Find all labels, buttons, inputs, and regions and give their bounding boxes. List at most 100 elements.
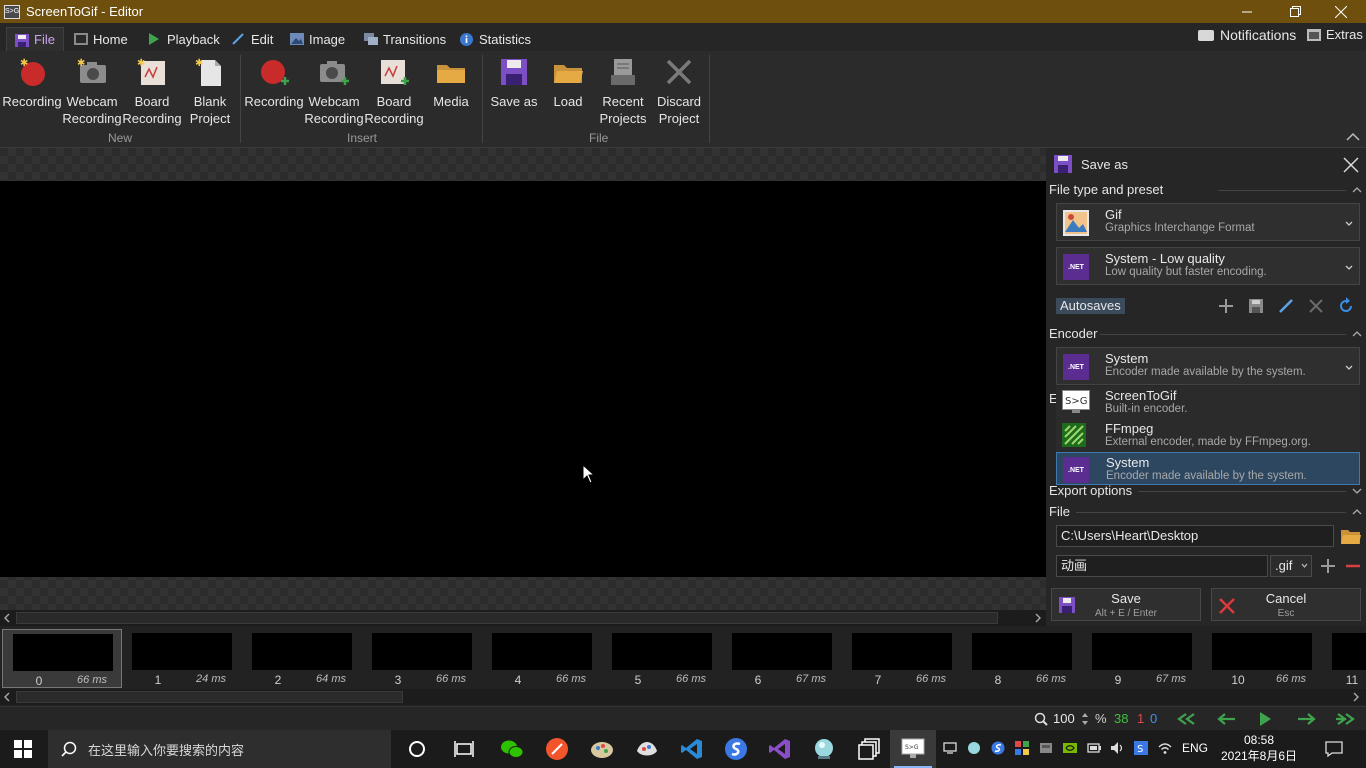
wechat-icon[interactable]	[500, 737, 524, 761]
chevron-down-icon[interactable]	[1352, 486, 1362, 496]
browse-folder-icon[interactable]	[1340, 527, 1362, 545]
chevron-up-icon[interactable]	[1352, 507, 1362, 517]
tray-nvidia-icon[interactable]	[1063, 741, 1077, 755]
canvas-horizontal-scrollbar[interactable]	[0, 610, 1046, 626]
zoom-stepper-icon[interactable]	[1081, 712, 1089, 726]
minimize-button[interactable]	[1224, 0, 1270, 23]
tab-image[interactable]: Image	[282, 27, 353, 51]
app-orange-icon[interactable]	[545, 737, 569, 761]
delete-preset-icon[interactable]	[1307, 297, 1325, 315]
preset-select[interactable]: .NET System - Low quality Low quality bu…	[1056, 247, 1360, 285]
timeline-scrollbar[interactable]	[0, 689, 1366, 705]
recent-projects-button[interactable]: Recent Projects	[596, 57, 650, 127]
frame-thumbnail[interactable]: 6 67 ms	[722, 629, 842, 688]
new-recording-button[interactable]: ✱ Recording	[2, 57, 61, 110]
tray-sphere-icon[interactable]	[967, 741, 981, 755]
extension-select[interactable]: .gif	[1270, 555, 1312, 577]
new-webcam-recording-button[interactable]: ✱ Webcam Recording	[62, 57, 121, 127]
frame-canvas[interactable]	[0, 148, 1046, 610]
tray-wifi-icon[interactable]	[1158, 741, 1172, 755]
app-sphere-icon[interactable]	[812, 737, 836, 761]
vscode-icon[interactable]	[680, 737, 704, 761]
notifications-button[interactable]: Notifications	[1198, 27, 1296, 43]
add-icon[interactable]	[1320, 558, 1336, 574]
sogou-icon[interactable]	[724, 737, 748, 761]
tab-statistics[interactable]: Statistics	[452, 27, 539, 51]
autosaves-badge[interactable]: Autosaves	[1056, 298, 1125, 314]
scrollbar-thumb[interactable]	[16, 612, 998, 624]
first-frame-icon[interactable]	[1174, 712, 1198, 726]
tray-battery-icon[interactable]	[1087, 741, 1101, 755]
chevron-up-icon[interactable]	[1352, 329, 1362, 339]
tab-file[interactable]: File	[6, 27, 64, 51]
edit-preset-icon[interactable]	[1277, 297, 1295, 315]
save-as-button[interactable]: Save as	[489, 57, 539, 110]
paint-icon[interactable]	[590, 737, 614, 761]
chevron-up-icon[interactable]	[1352, 185, 1362, 195]
save-button[interactable]: Save Alt + E / Enter	[1051, 588, 1201, 621]
taskbar-clock[interactable]: 08:58 2021年8月6日	[1220, 732, 1298, 764]
frame-thumbnail[interactable]: 10 66 ms	[1202, 629, 1322, 688]
chevron-right-icon[interactable]	[1352, 692, 1360, 702]
frame-thumbnail[interactable]: 2 64 ms	[242, 629, 362, 688]
next-frame-icon[interactable]	[1295, 712, 1317, 726]
extras-button[interactable]: Extras	[1307, 27, 1363, 42]
tab-edit[interactable]: Edit	[224, 27, 281, 51]
cortana-icon[interactable]	[405, 737, 429, 761]
encoder-option-system[interactable]: .NET System Encoder made available by th…	[1056, 452, 1360, 485]
insert-recording-button[interactable]: Recording	[244, 57, 304, 110]
zoom-value[interactable]: 100	[1053, 711, 1075, 726]
file-name-input[interactable]: 动画	[1056, 555, 1268, 577]
tab-transitions[interactable]: Transitions	[356, 27, 454, 51]
last-frame-icon[interactable]	[1334, 712, 1358, 726]
tray-monitor-icon[interactable]	[943, 741, 957, 755]
output-folder-input[interactable]: C:\Users\Heart\Desktop	[1056, 525, 1334, 547]
frame-thumbnail[interactable]: 1 24 ms	[122, 629, 242, 688]
chevron-left-icon[interactable]	[3, 692, 11, 702]
taskbar-search-box[interactable]: 在这里输入你要搜索的内容	[48, 730, 391, 768]
window-switch-icon[interactable]	[858, 737, 882, 761]
add-preset-icon[interactable]	[1217, 297, 1235, 315]
tab-home[interactable]: Home	[66, 27, 136, 51]
action-center-icon[interactable]	[1325, 740, 1343, 758]
frame-thumbnail[interactable]: 8 66 ms	[962, 629, 1082, 688]
insert-media-button[interactable]: Media	[427, 57, 475, 110]
frame-thumbnail[interactable]: 9 67 ms	[1082, 629, 1202, 688]
new-blank-project-button[interactable]: ✱ Blank Project	[183, 57, 237, 127]
restore-button[interactable]	[1272, 0, 1318, 23]
new-board-recording-button[interactable]: ✱ Board Recording	[122, 57, 181, 127]
paint-3d-icon[interactable]	[635, 737, 659, 761]
reset-preset-icon[interactable]	[1337, 297, 1355, 315]
visual-studio-icon[interactable]	[768, 737, 792, 761]
file-type-select[interactable]: Gif Graphics Interchange Format	[1056, 203, 1360, 241]
encoder-option-screentogif[interactable]: S>G ScreenToGif Built-in encoder.	[1056, 386, 1360, 419]
tray-security-icon[interactable]	[1015, 741, 1029, 755]
encoder-select[interactable]: .NET System Encoder made available by th…	[1056, 347, 1360, 385]
input-language[interactable]: ENG	[1182, 741, 1208, 755]
previous-frame-icon[interactable]	[1216, 712, 1238, 726]
frame-thumbnail[interactable]: 0 66 ms	[2, 629, 122, 688]
collapse-ribbon-icon[interactable]	[1346, 130, 1360, 144]
insert-board-recording-button[interactable]: Board Recording	[364, 57, 424, 127]
load-button[interactable]: Load	[546, 57, 590, 110]
close-panel-icon[interactable]	[1343, 157, 1359, 173]
insert-webcam-recording-button[interactable]: Webcam Recording	[304, 57, 364, 127]
chevron-right-icon[interactable]	[1034, 613, 1042, 623]
tray-volume-icon[interactable]	[1110, 741, 1124, 755]
save-preset-icon[interactable]	[1247, 297, 1265, 315]
encoder-option-ffmpeg[interactable]: FFmpeg External encoder, made by FFmpeg.…	[1056, 419, 1360, 452]
play-icon[interactable]	[1258, 711, 1272, 727]
tray-sogou-icon[interactable]	[991, 741, 1005, 755]
frame-thumbnail[interactable]: 7 66 ms	[842, 629, 962, 688]
windows-start-icon[interactable]	[14, 740, 32, 758]
remove-icon[interactable]	[1345, 558, 1361, 574]
frame-thumbnail[interactable]: 4 66 ms	[482, 629, 602, 688]
chevron-left-icon[interactable]	[3, 613, 11, 623]
frame-thumbnail[interactable]: 3 66 ms	[362, 629, 482, 688]
close-window-button[interactable]	[1318, 0, 1364, 23]
frame-thumbnail[interactable]: 5 66 ms	[602, 629, 722, 688]
tray-drive-icon[interactable]	[1039, 741, 1053, 755]
task-view-icon[interactable]	[452, 737, 476, 761]
taskbar-active-app[interactable]: S>G	[890, 730, 936, 768]
discard-project-button[interactable]: Discard Project	[652, 57, 706, 127]
